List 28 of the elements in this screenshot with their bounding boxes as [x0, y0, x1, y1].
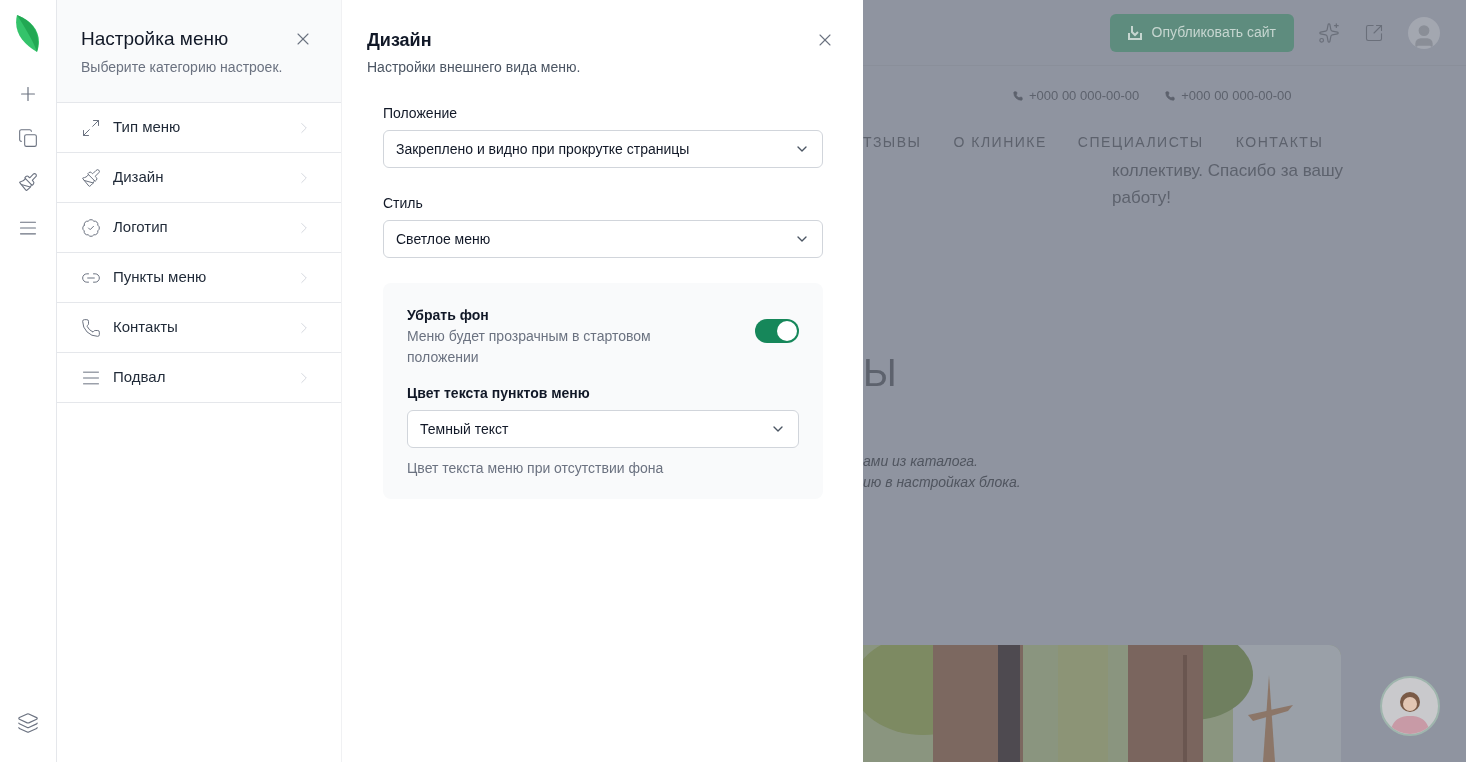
leaf-logo-icon — [15, 14, 41, 53]
select-field[interactable]: Светлое меню — [383, 220, 823, 258]
panel-title: Дизайн — [367, 29, 433, 52]
field-label: Положение — [383, 104, 458, 123]
toggle-description: Меню будет прозрачным в стартовом положении — [407, 327, 652, 367]
select-field[interactable]: Закреплено и видно при прокрутке страницы — [383, 130, 823, 168]
field-hint: Цвет текста меню при отсутствии фона — [407, 459, 665, 478]
expand-icon — [81, 117, 101, 138]
phone-icon — [81, 317, 101, 338]
brush-icon — [81, 167, 101, 188]
layers-icon[interactable] — [17, 712, 39, 734]
download-icon — [1127, 24, 1144, 41]
pages-icon[interactable] — [18, 128, 38, 148]
phone-icon — [1013, 90, 1023, 101]
panel-subtitle: Выберите категорию настроек. — [81, 58, 283, 77]
panel-subtitle: Настройки внешнего вида меню. — [367, 58, 581, 77]
check-badge-icon — [81, 217, 101, 238]
field-label: Цвет текста пунктов меню — [407, 384, 591, 403]
toggle-label: Убрать фон — [407, 306, 490, 325]
note-text: ами из каталога. — [863, 451, 979, 471]
phone-icon — [1165, 90, 1176, 101]
chat-avatar-icon[interactable] — [1380, 676, 1440, 736]
select-field[interactable]: Темный текст — [407, 410, 799, 448]
field-label: Стиль — [383, 194, 424, 213]
panel-title: Настройка меню — [81, 27, 230, 51]
note-text: ию в настройках блока. — [863, 472, 1022, 492]
toggle-switch[interactable] — [755, 319, 799, 343]
brush-icon[interactable] — [18, 172, 38, 192]
